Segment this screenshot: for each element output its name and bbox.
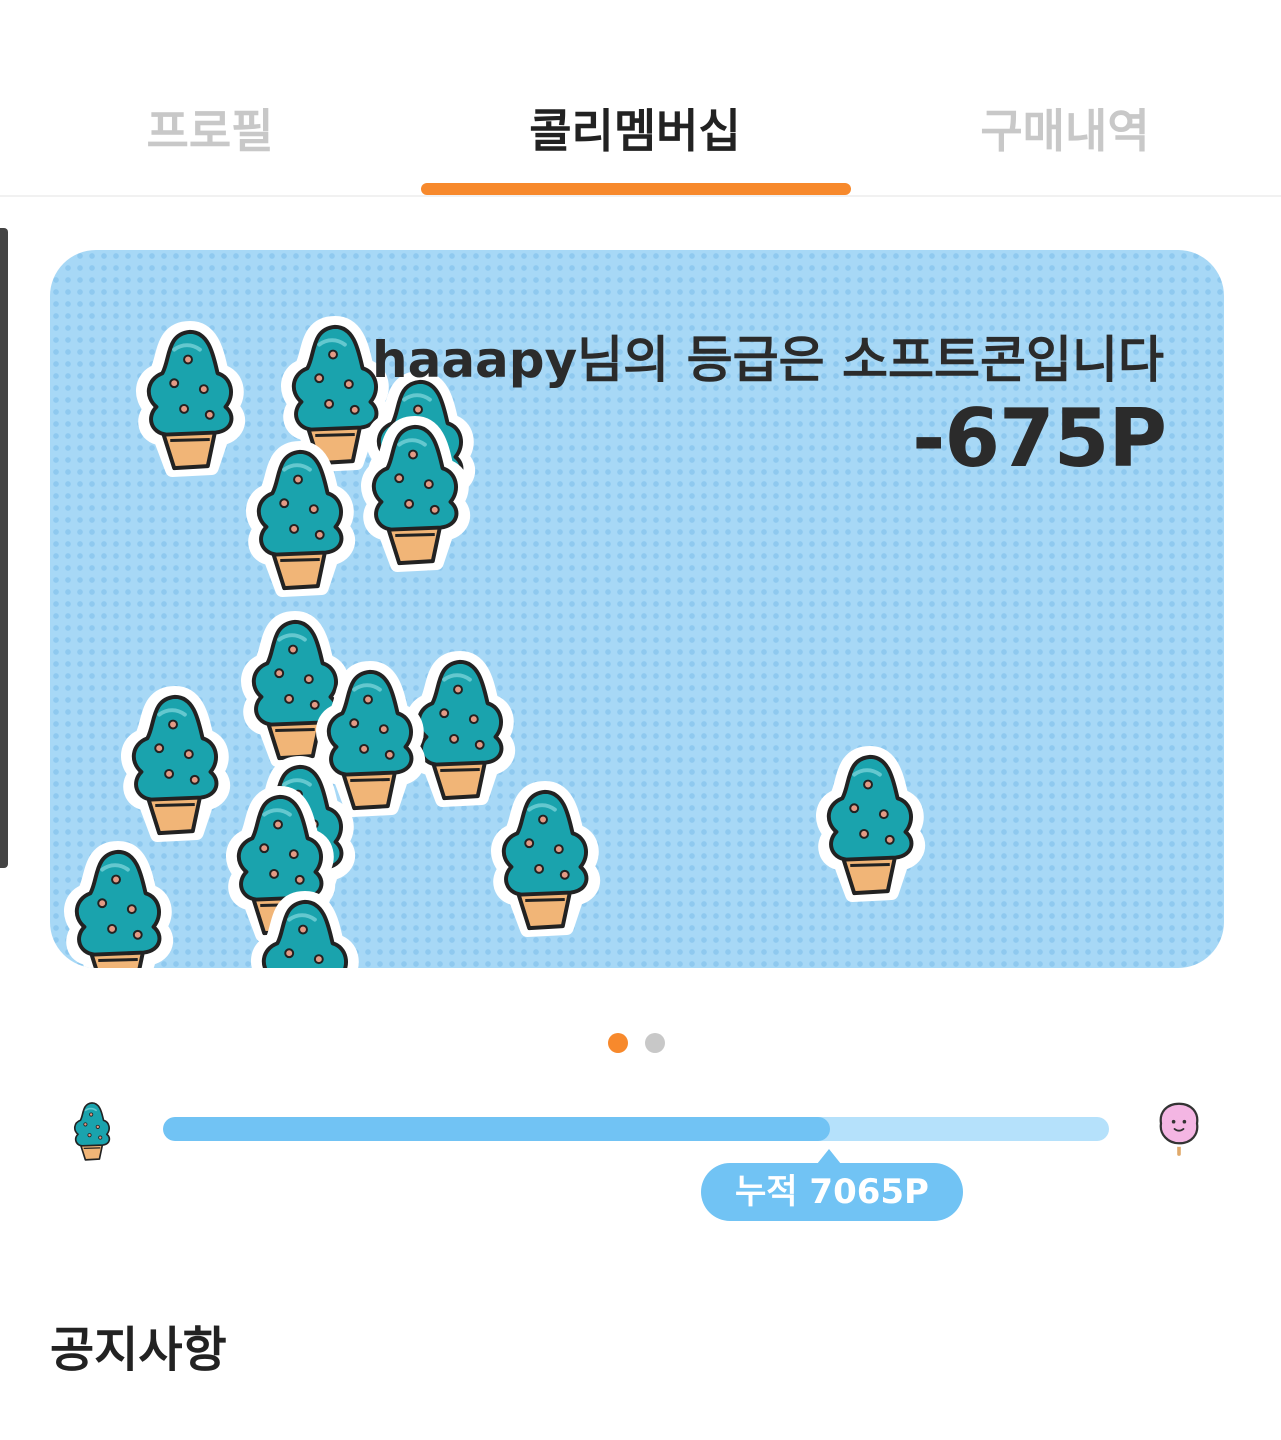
active-tab-indicator [421, 183, 851, 195]
grade-progress-fill [163, 1117, 830, 1141]
notice-section-title[interactable]: 공지사항 [50, 1310, 227, 1380]
tab-profile[interactable]: 프로필 [120, 100, 300, 195]
soft-cone-icon [810, 745, 930, 903]
membership-grade-card[interactable]: haaapy님의 등급은 소프트콘입니다 -675P [50, 250, 1224, 968]
soft-cone-icon [245, 890, 365, 968]
grade-progress-bar [163, 1117, 1109, 1141]
carousel-dot-active[interactable] [608, 1033, 628, 1053]
tab-purchase-history[interactable]: 구매내역 [955, 100, 1175, 195]
cotton-candy-icon [1155, 1100, 1203, 1158]
points-balance: -675P [912, 392, 1167, 485]
soft-cone-icon [58, 840, 178, 968]
accumulated-points-tooltip: 누적 7065P [701, 1163, 963, 1221]
soft-cone-icon [240, 440, 360, 598]
tab-bar: 프로필 콜리멤버십 구매내역 [0, 0, 1281, 197]
soft-cone-icon [130, 320, 250, 478]
grade-text: haaapy님의 등급은 소프트콘입니다 [371, 331, 1164, 389]
soft-cone-icon [115, 685, 235, 843]
soft-cone-icon [66, 1098, 118, 1164]
soft-cone-icon [355, 415, 475, 573]
membership-page: 프로필 콜리멤버십 구매내역 haaapy님의 등급은 소프트콘입니다 -675… [0, 0, 1281, 1440]
carousel-dot[interactable] [645, 1033, 665, 1053]
soft-cone-icon [485, 780, 605, 938]
tab-membership[interactable]: 콜리멤버십 [490, 100, 780, 195]
tooltip-arrow [817, 1149, 841, 1164]
side-scroll-edge [0, 228, 8, 868]
